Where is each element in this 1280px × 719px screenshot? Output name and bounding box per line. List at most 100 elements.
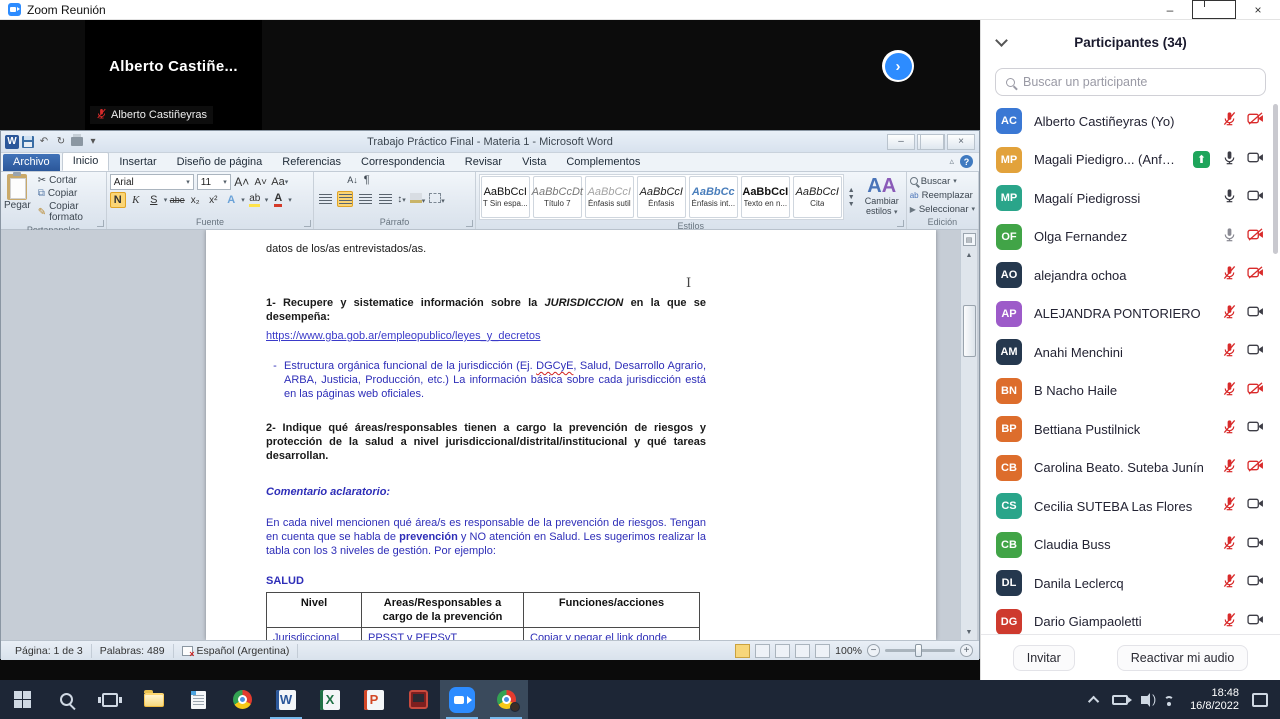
font-name-select[interactable]: Arial▾ — [110, 174, 194, 190]
align-center-button[interactable] — [337, 191, 353, 207]
collapse-ribbon-icon[interactable]: ▵ — [949, 156, 954, 167]
video-tile-alberto-castineyras[interactable]: Alberto Castiñe...Alberto Castiñeyras — [85, 20, 262, 130]
styles-dialog-launcher[interactable] — [897, 220, 904, 227]
align-right-button[interactable] — [357, 191, 373, 207]
text-effects-button[interactable]: A — [223, 192, 239, 208]
participant-row-olga-fernandez[interactable]: OFOlga Fernandez — [981, 218, 1280, 257]
task-view-icon[interactable] — [88, 680, 132, 719]
print-layout-view-button[interactable] — [735, 644, 750, 658]
word-minimize-button[interactable]: – — [887, 134, 915, 150]
tab-revisar[interactable]: Revisar — [455, 154, 512, 171]
participant-row-anahi-menchini[interactable]: AMAnahi Menchini — [981, 333, 1280, 372]
participant-row-alejandra-pontoriero[interactable]: APALEJANDRA PONTORIERO — [981, 295, 1280, 334]
find-button[interactable]: Buscar▾ — [910, 174, 975, 188]
tray-device-icon[interactable] — [1112, 695, 1128, 705]
next-videos-button[interactable]: › — [882, 50, 914, 82]
restore-button[interactable] — [1192, 0, 1236, 19]
font-color-button[interactable]: A — [270, 192, 286, 208]
tab-referencias[interactable]: Referencias — [272, 154, 351, 171]
paragraph-dialog-launcher[interactable] — [466, 220, 473, 227]
close-button[interactable]: × — [1236, 0, 1280, 19]
format-painter-button[interactable]: ✎Copiar formato — [35, 200, 103, 224]
speaker-icon[interactable] — [1141, 696, 1148, 704]
justify-button[interactable] — [377, 191, 393, 207]
style-chip-t-sin-espa[interactable]: AaBbCcIT Sin espa... — [481, 176, 530, 218]
minimize-button[interactable]: – — [1148, 0, 1192, 19]
strikethrough-button[interactable]: abe — [169, 192, 185, 208]
shading-button[interactable]: ▾ — [410, 190, 426, 208]
word-vertical-scrollbar[interactable]: ▤ ▲ ▼ — [960, 230, 977, 640]
participant-row-b-nacho-haile[interactable]: BNB Nacho Haile — [981, 372, 1280, 411]
word-count[interactable]: Palabras: 489 — [92, 644, 174, 658]
zoom-in-button[interactable]: + — [960, 644, 973, 657]
undo-icon[interactable]: ↶ — [37, 136, 51, 147]
style-chip-enfasis-int[interactable]: AaBbCcÉnfasis int... — [689, 176, 738, 218]
grow-font-button[interactable]: A˄ — [234, 174, 250, 190]
participant-row-alejandra-ochoa[interactable]: AOalejandra ochoa — [981, 256, 1280, 295]
powerpoint-icon[interactable]: P — [352, 680, 396, 719]
file-explorer-icon[interactable] — [132, 680, 176, 719]
clipboard-dialog-launcher[interactable] — [97, 220, 104, 227]
style-chip-enfasis[interactable]: AaBbCcIÉnfasis — [637, 176, 686, 218]
participant-search[interactable] — [995, 68, 1266, 96]
subscript-button[interactable]: x₂ — [187, 192, 203, 208]
panel-collapse-chevron-icon[interactable] — [995, 34, 1008, 47]
draft-view-button[interactable] — [815, 644, 830, 658]
shrink-font-button[interactable]: A˅ — [253, 174, 269, 190]
participant-row-magali-piedigrossi[interactable]: MPMagalí Piedigrossi — [981, 179, 1280, 218]
cut-button[interactable]: ✂Cortar — [35, 174, 103, 187]
participant-row-claudia-buss[interactable]: CBClaudia Buss — [981, 526, 1280, 565]
fullscreen-view-button[interactable] — [755, 644, 770, 658]
paste-button[interactable]: Pegar — [4, 174, 31, 224]
borders-button[interactable]: ▾ — [429, 190, 445, 208]
action-center-icon[interactable] — [1252, 693, 1268, 707]
participant-row-carolina-beato-suteba-junin[interactable]: CBCarolina Beato. Suteba Junín — [981, 449, 1280, 488]
style-chip-titulo-7[interactable]: AaBbCcDtTítulo 7 — [533, 176, 582, 218]
invite-button[interactable]: Invitar — [1013, 645, 1075, 671]
tab-diseno-de-pagina[interactable]: Diseño de página — [167, 154, 273, 171]
participant-row-danila-leclercq[interactable]: DLDanila Leclercq — [981, 564, 1280, 603]
scrollbar-thumb[interactable] — [963, 305, 976, 357]
tab-inicio[interactable]: Inicio — [62, 152, 110, 171]
chrome-icon[interactable] — [220, 680, 264, 719]
font-size-select[interactable]: 11▾ — [197, 174, 231, 190]
tab-correspondencia[interactable]: Correspondencia — [351, 154, 455, 171]
pilcrow-button[interactable]: ¶ — [364, 174, 370, 186]
style-chip-cita[interactable]: AaBbCcICita — [793, 176, 842, 218]
styles-gallery-arrows[interactable]: ▲▼▼ — [847, 185, 856, 210]
participant-row-bettiana-pustilnick[interactable]: BPBettiana Pustilnick — [981, 410, 1280, 449]
tab-archivo[interactable]: Archivo — [3, 154, 60, 171]
save-icon[interactable] — [22, 136, 34, 148]
underline-button[interactable]: S — [146, 192, 162, 208]
doc-hyperlink[interactable]: https://www.gba.gob.ar/empleopublico/ley… — [266, 329, 706, 343]
participant-row-cecilia-suteba-las-flores[interactable]: CSCecilia SUTEBA Las Flores — [981, 487, 1280, 526]
language-indicator[interactable]: Español (Argentina) — [174, 644, 299, 658]
scroll-up-icon[interactable]: ▲ — [966, 252, 973, 259]
word-close-button[interactable]: × — [947, 134, 975, 150]
page-indicator[interactable]: Página: 1 de 3 — [7, 644, 92, 658]
redo-icon[interactable]: ↻ — [54, 136, 68, 147]
document-page[interactable]: datos de los/as entrevistados/as. 1- Rec… — [206, 230, 936, 640]
qat-dropdown-icon[interactable]: ▾ — [86, 136, 100, 147]
zoom-level[interactable]: 100% — [835, 645, 862, 657]
unmute-button[interactable]: Reactivar mi audio — [1117, 645, 1249, 671]
excel-icon[interactable]: X — [308, 680, 352, 719]
participant-row-alberto-castineyras-yo[interactable]: ACAlberto Castiñeyras (Yo) — [981, 102, 1280, 141]
zoom-out-button[interactable]: − — [867, 644, 880, 657]
wifi-icon[interactable] — [1161, 694, 1177, 706]
document-app-icon[interactable] — [176, 680, 220, 719]
bold-button[interactable]: N — [110, 192, 126, 208]
select-button[interactable]: ▶Seleccionar▾ — [910, 202, 975, 216]
chrome-profile-icon[interactable] — [484, 680, 528, 719]
font-dialog-launcher[interactable] — [304, 220, 311, 227]
replace-button[interactable]: abReemplazar — [910, 188, 975, 202]
copy-button[interactable]: ⧉Copiar — [35, 187, 103, 200]
tray-chevron-up-icon[interactable] — [1088, 695, 1099, 706]
highlight-button[interactable]: ab — [247, 192, 263, 208]
change-case-button[interactable]: Aa▾ — [272, 174, 288, 190]
outline-view-button[interactable] — [795, 644, 810, 658]
line-spacing-button[interactable]: ↕▾ — [397, 194, 406, 205]
print-icon[interactable] — [71, 137, 83, 146]
media-app-icon[interactable] — [396, 680, 440, 719]
align-left-button[interactable] — [317, 191, 333, 207]
